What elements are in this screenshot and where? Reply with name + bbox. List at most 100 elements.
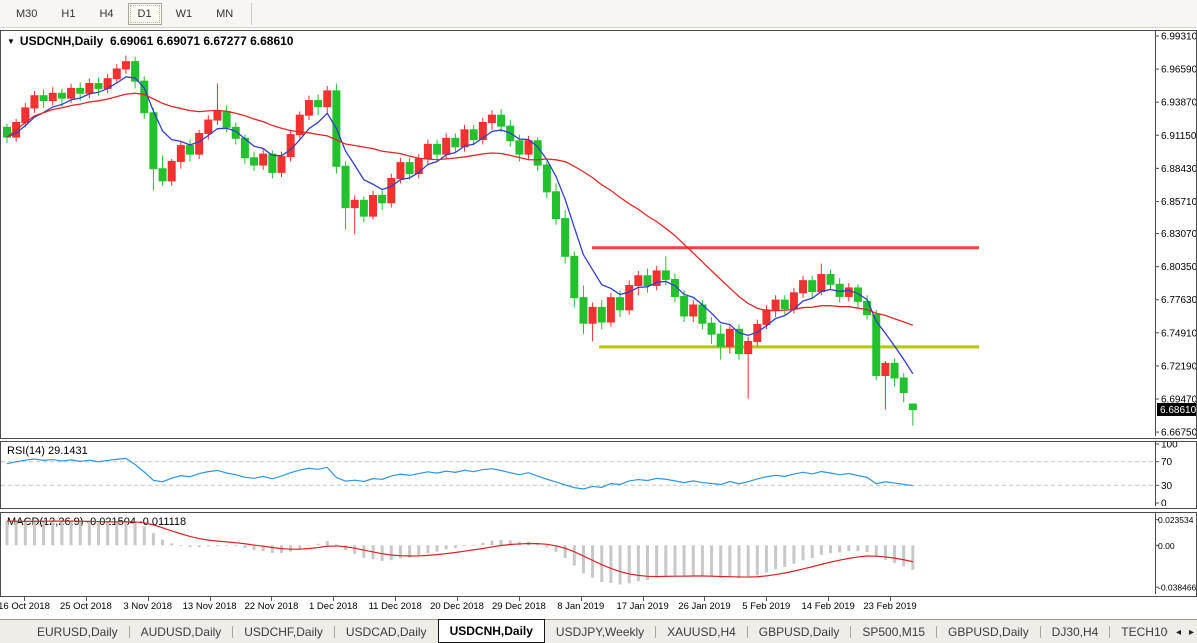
candle-body [644, 276, 651, 286]
candle-body [424, 144, 431, 159]
chart-tab-sp500-m15[interactable]: SP500,M15 [851, 620, 936, 643]
mt4-window: M30H1H4D1W1MN ▼USDCNH,Daily 6.69061 6.69… [0, 0, 1197, 643]
chart-tab-gbpusd-daily[interactable]: GBPUSD,Daily [748, 620, 851, 643]
macd-histogram-bar [463, 545, 466, 546]
macd-histogram-bar [24, 522, 27, 546]
macd-histogram-bar [243, 545, 246, 548]
macd-histogram-bar [79, 522, 82, 546]
candle-body [278, 157, 285, 173]
candle-body [205, 120, 212, 133]
price-axis-label: 6.66750 [1161, 428, 1196, 436]
macd-histogram-bar [88, 522, 91, 546]
candle-body [662, 271, 669, 280]
macd-histogram-bar [33, 521, 36, 545]
candle-body [379, 195, 386, 202]
chart-tab-eurusd-daily[interactable]: EURUSD,Daily [26, 620, 129, 643]
candle-body [251, 158, 258, 165]
macd-histogram-bar [774, 545, 777, 569]
candlestick-chart[interactable]: 6.993106.965906.938706.911506.884306.857… [1, 31, 1196, 436]
candle-body [845, 288, 852, 297]
timeframe-button-m30[interactable]: M30 [6, 3, 47, 25]
macd-histogram-bar [198, 545, 201, 547]
candle-body [900, 378, 907, 393]
macd-histogram-bar [710, 545, 713, 576]
tab-scroll-arrows: ◂ ▸ [1168, 620, 1194, 643]
candle-body [800, 281, 807, 293]
macd-histogram-bar [436, 545, 439, 551]
candle-body [223, 112, 230, 128]
rsi-axis-label: 0 [1161, 499, 1167, 507]
macd-indicator-panel[interactable]: MACD(12,26,9) -0.021504 -0.011118 0.0235… [0, 512, 1197, 597]
timeframe-button-mn[interactable]: MN [206, 3, 243, 25]
price-axis-label: 6.88430 [1161, 164, 1196, 175]
timeframe-button-h4[interactable]: H4 [89, 3, 123, 25]
timeframe-button-w1[interactable]: W1 [166, 3, 203, 25]
chart-tab-dj30-h4[interactable]: DJ30,H4 [1041, 620, 1110, 643]
macd-histogram-bar [866, 545, 869, 552]
candle-body [150, 113, 157, 169]
candle-body [891, 363, 898, 378]
rsi-indicator-panel[interactable]: RSI(14) 29.1431 10070300 [0, 441, 1197, 509]
macd-histogram-bar [6, 521, 9, 545]
macd-histogram-bar [472, 545, 475, 546]
chart-tab-xauusd-h4[interactable]: XAUUSD,H4 [656, 620, 747, 643]
macd-histogram-bar [582, 545, 585, 573]
macd-histogram-bar [820, 545, 823, 555]
macd-histogram-bar [289, 545, 292, 551]
slow-ma-line [7, 93, 913, 325]
chart-tab-usdjpy-weekly[interactable]: USDJPY,Weekly [545, 620, 655, 643]
candle-body [260, 154, 267, 165]
candle-body [342, 166, 349, 207]
time-axis-label: 16 Oct 2018 [0, 601, 50, 612]
macd-histogram-bar [628, 545, 631, 583]
candle-body [58, 93, 65, 98]
chart-tab-gbpusd-daily[interactable]: GBPUSD,Daily [937, 620, 1040, 643]
macd-axis-label: 0.023534 [1158, 515, 1194, 525]
chart-tab-usdchf-daily[interactable]: USDCHF,Daily [233, 620, 334, 643]
price-axis-label: 6.80350 [1161, 262, 1196, 273]
candle-body [324, 91, 331, 107]
time-axis[interactable]: 16 Oct 201825 Oct 20183 Nov 201813 Nov 2… [0, 597, 1197, 617]
macd-histogram-bar [445, 545, 448, 549]
candle-body [31, 96, 38, 108]
candle-body [607, 298, 614, 322]
time-axis-label: 14 Feb 2019 [801, 601, 854, 612]
candle-body [589, 307, 596, 323]
chart-tab-usdcnh-daily[interactable]: USDCNH,Daily [438, 619, 545, 643]
macd-histogram-bar [51, 521, 54, 546]
macd-histogram-bar [829, 545, 832, 553]
candle-body [415, 159, 422, 174]
macd-histogram-bar [573, 545, 576, 565]
macd-histogram-bar [738, 545, 741, 578]
timeframe-button-d1[interactable]: D1 [128, 3, 162, 25]
macd-histogram-bar [234, 545, 237, 546]
candle-body [488, 115, 495, 122]
macd-histogram-bar [179, 545, 182, 546]
tab-scroll-left-icon[interactable]: ◂ [1176, 627, 1181, 638]
macd-histogram-bar [802, 545, 805, 560]
time-axis-label: 13 Nov 2018 [183, 601, 237, 612]
tab-scroll-right-icon[interactable]: ▸ [1189, 627, 1194, 638]
candle-body [214, 112, 221, 121]
time-axis-label: 29 Dec 2018 [492, 601, 546, 612]
macd-histogram-bar [298, 545, 301, 549]
macd-histogram-bar [490, 541, 493, 546]
price-axis-label: 6.99310 [1161, 31, 1196, 42]
macd-histogram-bar [326, 541, 329, 545]
time-axis-label: 3 Nov 2018 [123, 601, 172, 612]
candle-body [772, 300, 779, 310]
price-axis-label: 6.74910 [1161, 328, 1196, 339]
macd-histogram-bar [97, 522, 100, 545]
macd-histogram-bar [701, 545, 704, 576]
macd-histogram-bar [390, 545, 393, 560]
current-price-value: 6.68610 [1160, 405, 1196, 416]
macd-histogram-bar [353, 545, 356, 554]
timeframe-button-h1[interactable]: H1 [51, 3, 85, 25]
main-chart-panel[interactable]: ▼USDCNH,Daily 6.69061 6.69071 6.67277 6.… [0, 30, 1197, 439]
macd-histogram-bar [344, 545, 347, 550]
chart-tabbar: EURUSD,DailyAUDUSD,DailyUSDCHF,DailyUSDC… [0, 619, 1197, 643]
time-axis-label: 8 Jan 2019 [557, 601, 604, 612]
chart-tab-audusd-daily[interactable]: AUDUSD,Daily [130, 620, 233, 643]
candle-body [187, 146, 194, 155]
chart-tab-usdcad-daily[interactable]: USDCAD,Daily [335, 620, 438, 643]
